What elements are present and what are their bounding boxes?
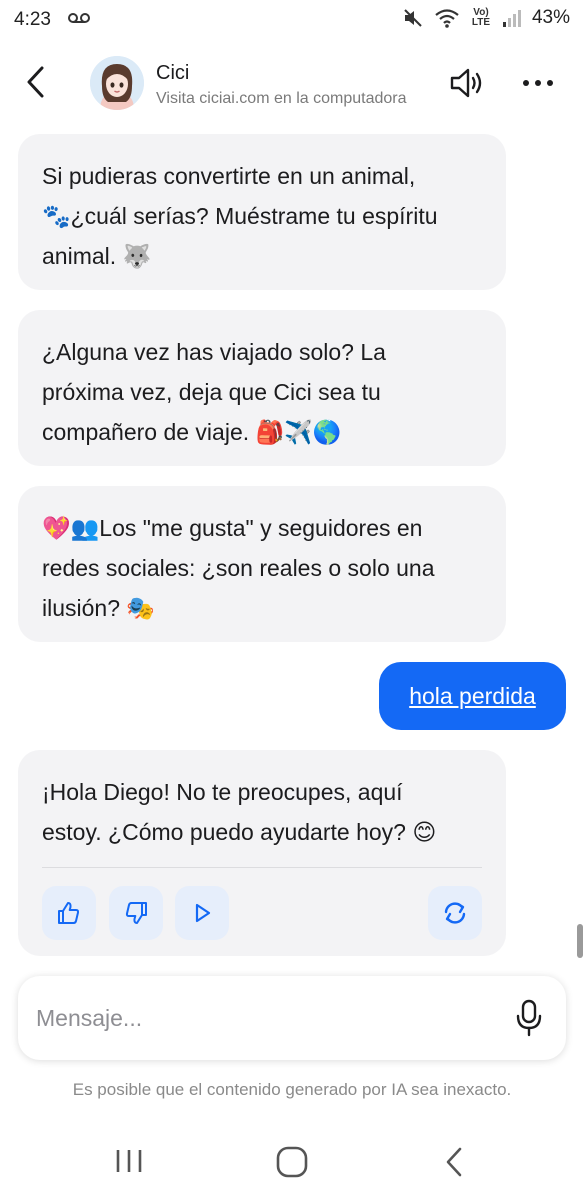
play-icon: [195, 903, 211, 923]
chat-header: Cici Visita ciciai.com en la computadora: [0, 48, 584, 118]
recents-icon[interactable]: [112, 1146, 146, 1176]
message-line: ¡Hola Diego! No te preocupes, aquí: [42, 779, 403, 805]
thumbs-up-icon: [58, 902, 80, 924]
speaker-icon[interactable]: [448, 66, 488, 100]
signal-icon: [502, 10, 521, 27]
dislike-button[interactable]: [109, 886, 163, 940]
message-composer: [18, 976, 566, 1060]
nav-back-icon[interactable]: [440, 1144, 470, 1180]
bot-message: Si pudieras convertirte en un animal, 🐾¿…: [18, 134, 506, 290]
message-line: ¿Alguna vez has viajado solo? La: [42, 339, 386, 365]
message-line: próxima vez, deja que Cici sea tu: [42, 379, 381, 405]
avatar[interactable]: [90, 56, 144, 110]
like-button[interactable]: [42, 886, 96, 940]
bot-message: 💖👥Los "me gusta" y seguidores en redes s…: [18, 486, 506, 642]
home-icon[interactable]: [274, 1144, 310, 1180]
divider: [42, 867, 482, 868]
regenerate-icon: [444, 902, 466, 924]
user-message[interactable]: hola perdida: [379, 662, 566, 730]
scrollbar-thumb[interactable]: [577, 924, 583, 958]
mute-icon: [404, 9, 422, 27]
status-time: 4:23: [14, 9, 51, 30]
thumbs-down-icon: [125, 902, 147, 924]
voicemail-icon: [68, 13, 90, 23]
network-label: Vo) LTE: [471, 7, 491, 28]
bot-message-latest: ¡Hola Diego! No te preocupes, aquí estoy…: [18, 750, 506, 956]
more-icon[interactable]: [520, 68, 556, 98]
user-message-text[interactable]: hola perdida: [409, 683, 536, 710]
wifi-icon: [435, 9, 459, 28]
regenerate-button[interactable]: [428, 886, 482, 940]
bot-name: Cici: [156, 62, 190, 84]
bot-subtitle[interactable]: Visita ciciai.com en la computadora: [156, 90, 436, 108]
avatar-illustration: [90, 56, 144, 110]
back-arrow-icon[interactable]: [22, 62, 52, 102]
status-bar: 4:23 Vo) LTE 43%: [0, 0, 584, 40]
message-input[interactable]: [36, 998, 496, 1038]
battery-level: 43%: [531, 7, 570, 28]
message-line: Si pudieras convertirte en un animal,: [42, 163, 416, 189]
message-line: redes sociales: ¿son reales o solo una: [42, 555, 435, 581]
bot-message: ¿Alguna vez has viajado solo? La próxima…: [18, 310, 506, 466]
play-button[interactable]: [175, 886, 229, 940]
message-line: 🐾¿cuál serías? Muéstrame tu espíritu: [42, 203, 438, 229]
message-line: estoy. ¿Cómo puedo ayudarte hoy? 😊: [42, 819, 437, 845]
message-line: 💖👥Los "me gusta" y seguidores en: [42, 515, 423, 541]
microphone-icon[interactable]: [512, 998, 546, 1038]
ai-disclaimer: Es posible que el contenido generado por…: [72, 1080, 512, 1099]
system-nav-bar: [0, 1130, 584, 1192]
message-line: compañero de viaje. 🎒✈️🌎: [42, 419, 342, 445]
message-line: animal. 🐺: [42, 243, 152, 269]
message-line: ilusión? 🎭: [42, 595, 156, 621]
